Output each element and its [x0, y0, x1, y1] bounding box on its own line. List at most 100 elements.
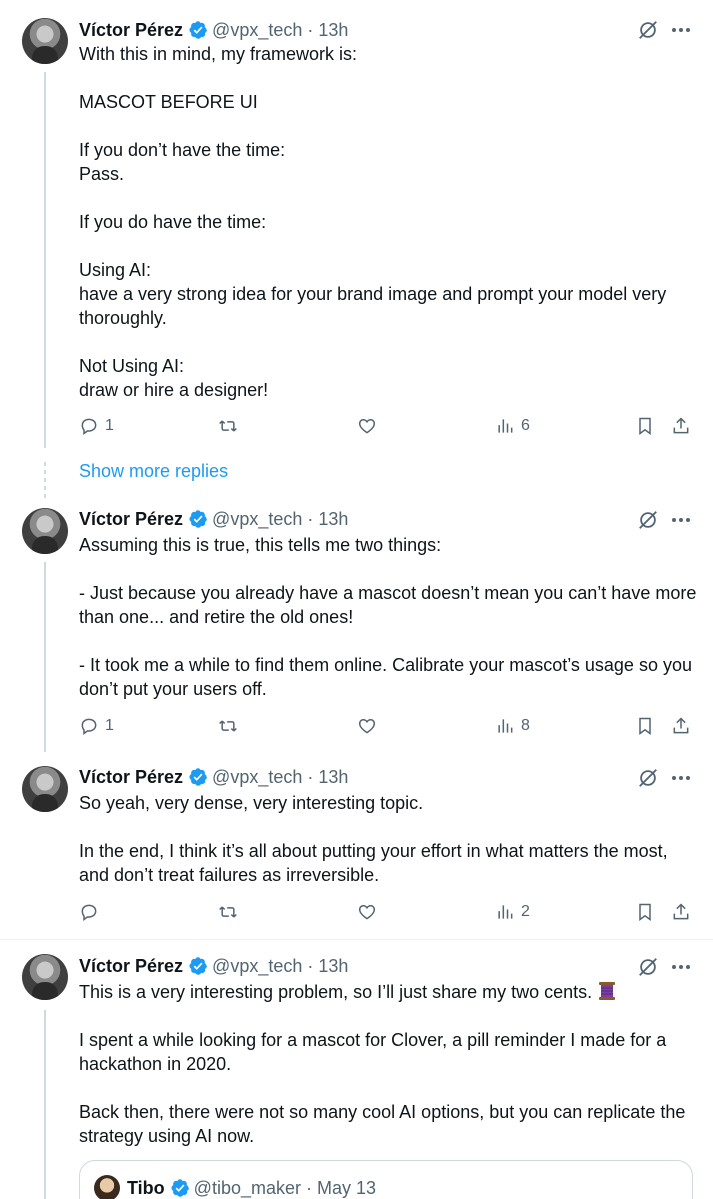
timestamp[interactable]: 13h [318, 509, 348, 530]
thread-line [44, 72, 46, 448]
tweet-text: With this in mind, my framework is: MASC… [79, 44, 667, 400]
timestamp[interactable]: 13h [318, 956, 348, 977]
author-handle[interactable]: @vpx_tech [212, 956, 302, 977]
separator: · [307, 19, 314, 40]
bookmark-button[interactable] [635, 900, 655, 924]
bookmark-button[interactable] [635, 414, 655, 438]
tweet-actions: 1 8 [79, 714, 694, 738]
views-icon [495, 416, 515, 436]
bookmark-icon [635, 416, 655, 436]
verified-badge-icon [188, 509, 208, 529]
reply-icon [79, 716, 99, 736]
retweet-button[interactable] [218, 414, 244, 438]
quoted-tweet[interactable]: Tibo @tibo_maker · May 13 [79, 1160, 693, 1199]
verified-badge-icon [188, 20, 208, 40]
timestamp[interactable]: 13h [318, 20, 348, 41]
like-icon [357, 716, 377, 736]
avatar[interactable] [22, 508, 68, 554]
grok-icon[interactable] [637, 956, 659, 978]
quoted-author-name: Tibo [127, 1177, 165, 1198]
bookmark-icon [635, 716, 655, 736]
quoted-timestamp: May 13 [317, 1177, 377, 1198]
verified-badge-icon [188, 956, 208, 976]
author-name[interactable]: Víctor Pérez [79, 20, 183, 41]
more-icon[interactable] [670, 956, 692, 978]
retweet-icon [218, 902, 238, 922]
author-handle[interactable]: @vpx_tech [212, 767, 302, 788]
like-button[interactable] [357, 414, 383, 438]
views-icon [495, 716, 515, 736]
like-button[interactable] [357, 900, 383, 924]
separator: · [307, 766, 314, 787]
bookmark-icon [635, 902, 655, 922]
tweet-header: Víctor Pérez @vpx_tech · 13h [79, 766, 348, 788]
reply-button[interactable]: 1 [79, 414, 114, 438]
thread-line [44, 1010, 46, 1199]
tweet-text: I spent a while looking for a mascot for… [79, 1030, 686, 1146]
divider [0, 939, 713, 940]
views-count: 8 [521, 717, 530, 734]
quoted-author-handle: @tibo_maker [193, 1177, 301, 1198]
author-name[interactable]: Víctor Pérez [79, 956, 183, 977]
tweet-text: So yeah, very dense, very interesting to… [79, 793, 668, 885]
reply-icon [79, 902, 99, 922]
reply-button[interactable] [79, 900, 105, 924]
like-button[interactable] [357, 714, 383, 738]
retweet-icon [218, 716, 238, 736]
retweet-button[interactable] [218, 900, 244, 924]
tweet-text-first: This is a very interesting problem, so I… [79, 982, 593, 1002]
avatar[interactable] [22, 954, 68, 1000]
author-handle[interactable]: @vpx_tech [212, 20, 302, 41]
avatar[interactable] [22, 766, 68, 812]
separator: · [307, 508, 314, 529]
tweet-text: This is a very interesting problem, so I… [79, 980, 699, 1004]
views-count: 6 [521, 417, 530, 434]
share-icon [671, 416, 691, 436]
share-button[interactable] [671, 714, 691, 738]
quoted-header: Tibo @tibo_maker · May 13 [127, 1175, 376, 1199]
reply-count: 1 [105, 417, 114, 434]
more-icon[interactable] [670, 19, 692, 41]
share-icon [671, 902, 691, 922]
views-button[interactable]: 6 [495, 414, 530, 438]
share-button[interactable] [671, 900, 691, 924]
retweet-button[interactable] [218, 714, 244, 738]
avatar [94, 1175, 120, 1199]
views-button[interactable]: 8 [495, 714, 530, 738]
like-icon [357, 902, 377, 922]
thread-dots [44, 462, 46, 498]
spool-emoji-icon [599, 982, 616, 1000]
bookmark-button[interactable] [635, 714, 655, 738]
grok-icon[interactable] [637, 509, 659, 531]
tweet-header: Víctor Pérez @vpx_tech · 13h [79, 19, 348, 41]
separator: · [306, 1177, 312, 1198]
verified-badge-icon [188, 767, 208, 787]
grok-icon[interactable] [637, 19, 659, 41]
more-icon[interactable] [670, 767, 692, 789]
separator: · [307, 955, 314, 976]
reply-icon [79, 416, 99, 436]
more-icon[interactable] [670, 509, 692, 531]
avatar[interactable] [22, 18, 68, 64]
share-button[interactable] [671, 414, 691, 438]
reply-button[interactable]: 1 [79, 714, 114, 738]
reply-count: 1 [105, 717, 114, 734]
retweet-icon [218, 416, 238, 436]
timestamp[interactable]: 13h [318, 767, 348, 788]
show-more-replies-link[interactable]: Show more replies [79, 461, 228, 482]
tweet-header: Víctor Pérez @vpx_tech · 13h [79, 955, 348, 977]
thread-line [44, 562, 46, 752]
views-icon [495, 902, 515, 922]
tweet-text: Assuming this is true, this tells me two… [79, 535, 697, 699]
views-button[interactable]: 2 [495, 900, 530, 924]
share-icon [671, 716, 691, 736]
author-name[interactable]: Víctor Pérez [79, 767, 183, 788]
tweet-header: Víctor Pérez @vpx_tech · 13h [79, 508, 348, 530]
author-name[interactable]: Víctor Pérez [79, 509, 183, 530]
views-count: 2 [521, 903, 530, 920]
author-handle[interactable]: @vpx_tech [212, 509, 302, 530]
like-icon [357, 416, 377, 436]
tweet-actions: 1 6 [79, 414, 694, 438]
grok-icon[interactable] [637, 767, 659, 789]
verified-badge-icon [170, 1178, 190, 1198]
